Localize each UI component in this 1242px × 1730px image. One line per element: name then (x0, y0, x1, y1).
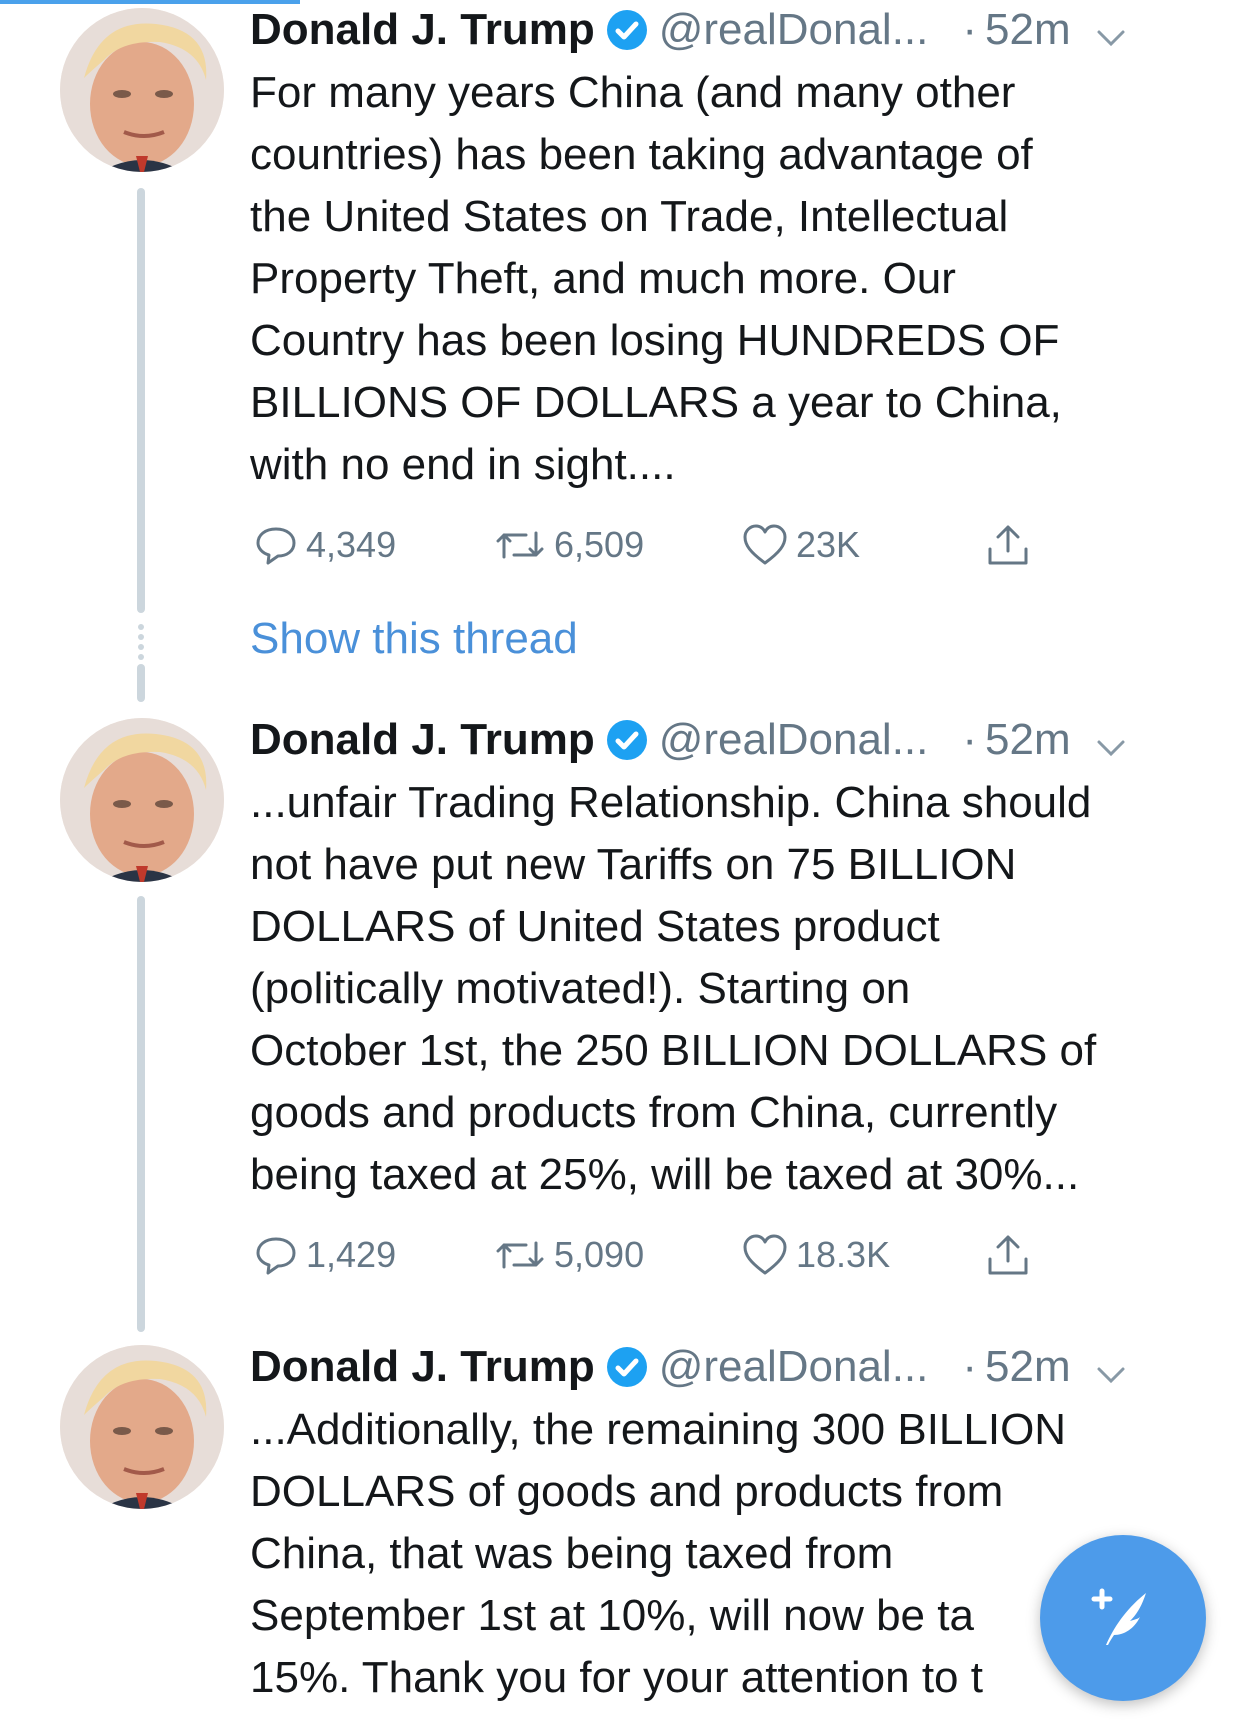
tweet-text: ...unfair Trading Relationship. China sh… (250, 778, 1097, 1199)
author-handle[interactable]: @realDonal... (659, 710, 929, 770)
thread-connector-line (137, 896, 145, 1332)
reply-count: 4,349 (306, 524, 397, 565)
heart-icon (743, 1234, 787, 1275)
heart-icon (743, 524, 787, 565)
retweet-count: 5,090 (554, 1234, 645, 1275)
verified-badge-icon (605, 718, 649, 762)
reply-button[interactable]: 1,429 (254, 1230, 396, 1280)
tweet-header: Donald J. Trump @realDonal... · 52m (250, 1337, 1202, 1397)
author-name[interactable]: Donald J. Trump (250, 0, 595, 60)
thread-connector-line (137, 188, 145, 613)
retweet-button[interactable]: 5,090 (494, 1230, 644, 1280)
chevron-down-icon[interactable] (1093, 12, 1129, 48)
share-button[interactable] (984, 1230, 1032, 1280)
tweet-header: Donald J. Trump @realDonal... · 52m (250, 0, 1202, 60)
reply-icon (256, 1237, 296, 1275)
separator: · (962, 1342, 978, 1391)
tweet-text: For many years China (and many other cou… (250, 68, 1062, 489)
thread-gap-dots (137, 624, 145, 664)
share-icon (988, 525, 1028, 565)
timeline: Donald J. Trump @realDonal... · 52m For … (0, 0, 1242, 1730)
avatar-portrait (60, 8, 224, 172)
reply-icon (256, 527, 296, 565)
reply-count: 1,429 (306, 1234, 397, 1275)
timestamp[interactable]: 52m (985, 710, 1071, 770)
like-button[interactable]: 18.3K (742, 1230, 890, 1280)
like-button[interactable]: 23K (742, 520, 860, 570)
retweet-count: 6,509 (554, 524, 645, 565)
retweet-icon (496, 1241, 544, 1269)
retweet-button[interactable]: 6,509 (494, 520, 644, 570)
timestamp[interactable]: 52m (985, 1337, 1071, 1397)
author-handle[interactable]: @realDonal... (659, 1337, 929, 1397)
timestamp[interactable]: 52m (985, 0, 1071, 60)
avatar[interactable] (60, 8, 224, 172)
author-name[interactable]: Donald J. Trump (250, 710, 595, 770)
separator: · (962, 5, 978, 54)
tweet-header: Donald J. Trump @realDonal... · 52m (250, 710, 1202, 770)
verified-badge-icon (605, 8, 649, 52)
avatar[interactable] (60, 718, 224, 882)
verified-badge-icon (605, 1345, 649, 1389)
compose-tweet-button[interactable] (1040, 1535, 1206, 1701)
author-name[interactable]: Donald J. Trump (250, 1337, 595, 1397)
show-thread-link[interactable]: Show this thread (250, 609, 578, 669)
like-count: 23K (796, 524, 861, 565)
compose-tweet-icon (1091, 1588, 1146, 1645)
share-button[interactable] (984, 520, 1032, 570)
avatar-portrait (60, 718, 224, 882)
tweet-actions: 4,349 6,509 23K (250, 520, 1202, 570)
tweet-text: ...Additionally, the remaining 300 BILLI… (250, 1405, 1067, 1702)
retweet-icon (496, 531, 544, 559)
share-icon (988, 1235, 1028, 1275)
separator: · (962, 715, 978, 764)
reply-button[interactable]: 4,349 (254, 520, 396, 570)
avatar-portrait (60, 1345, 224, 1509)
chevron-down-icon[interactable] (1093, 722, 1129, 758)
chevron-down-icon[interactable] (1093, 1349, 1129, 1385)
avatar[interactable] (60, 1345, 224, 1509)
thread-connector-line (137, 664, 145, 702)
like-count: 18.3K (796, 1234, 891, 1275)
tweet-actions: 1,429 5,090 18.3K (250, 1230, 1202, 1280)
author-handle[interactable]: @realDonal... (659, 0, 929, 60)
